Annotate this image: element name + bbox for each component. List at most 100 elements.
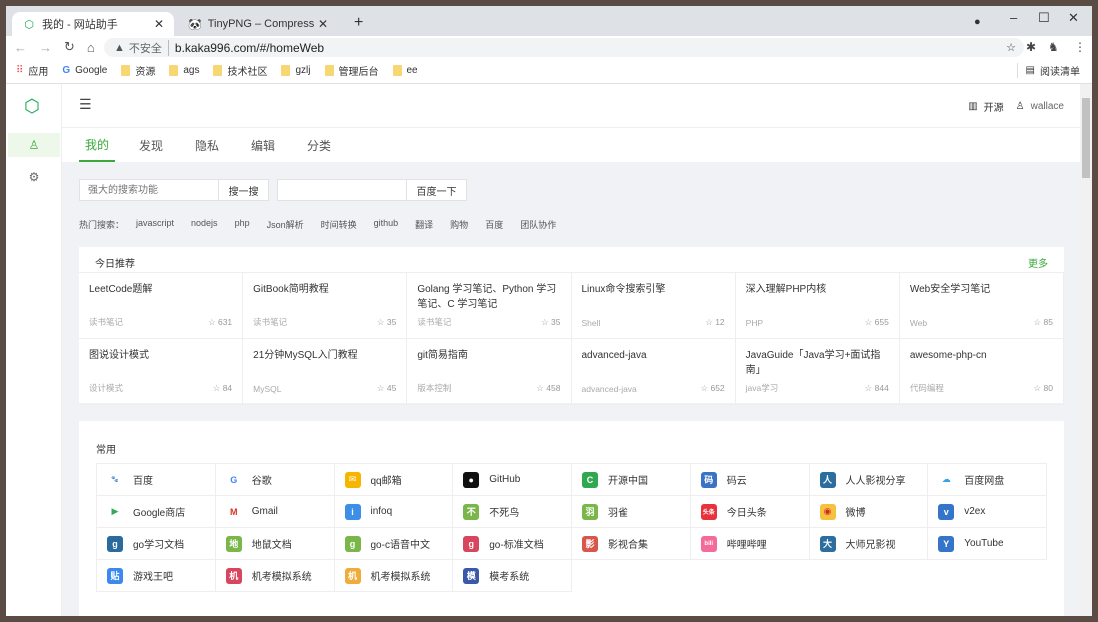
common-site-link[interactable]: g go-c语音中文 — [334, 528, 454, 560]
common-site-link[interactable]: C 开源中国 — [572, 464, 691, 496]
reading-list-button[interactable]: ▤ 阅读清单 — [1016, 63, 1080, 78]
common-site-link[interactable]: Y YouTube — [928, 528, 1047, 560]
close-window-button[interactable]: ✕ — [1068, 10, 1079, 26]
common-site-link[interactable]: 机机考模拟系统 — [334, 560, 454, 592]
common-site-link[interactable]: 羽羽雀 — [572, 496, 691, 528]
item-title: 深入理解PHP内核 — [745, 284, 827, 295]
tab-tinypng[interactable]: 🐼 TinyPNG – Compress PNG ima ✕ — [178, 12, 338, 36]
common-site-link[interactable]: 人人人影视分享 — [809, 464, 929, 496]
common-site-link[interactable]: 码码云 — [690, 464, 810, 496]
common-site-link[interactable]: v v2ex — [928, 496, 1047, 528]
common-site-link[interactable]: ● GitHub — [453, 464, 572, 496]
tab-edit[interactable]: 编辑 — [247, 128, 303, 162]
hot-search-link[interactable]: 翻译 — [415, 218, 433, 231]
recommend-item[interactable]: 深入理解PHP内核 PHP ☆ 655 — [735, 273, 900, 339]
common-site-link[interactable]: 模模考系统 — [453, 560, 572, 592]
common-site-link[interactable]: ◉ 微博 — [809, 496, 929, 528]
site-search-button[interactable]: 搜一搜 — [218, 180, 268, 200]
hot-search-link[interactable]: 团队协作 — [520, 218, 556, 231]
hot-search-link[interactable]: 百度 — [485, 218, 503, 231]
bookmark-folder[interactable]: ags — [169, 65, 199, 76]
common-site-link[interactable]: ☁ 百度网盘 — [928, 464, 1047, 496]
home-icon[interactable]: ⌂ — [87, 40, 95, 55]
minimize-button[interactable]: – — [1010, 10, 1017, 25]
tab-discover[interactable]: 发现 — [135, 128, 191, 162]
common-site-link[interactable]: 大大师兄影视 — [809, 528, 929, 560]
recommend-item[interactable]: git简易指南 版本控制 ☆ 458 — [407, 339, 572, 405]
common-site-link[interactable]: 🐾 百度 — [97, 464, 216, 496]
hot-search-link[interactable]: Json解析 — [267, 218, 304, 231]
hot-search-link[interactable]: php — [235, 218, 250, 231]
common-site-link[interactable]: G 谷歌 — [215, 464, 335, 496]
baidu-search-button[interactable]: 百度一下 — [406, 180, 466, 200]
recommend-item[interactable]: GitBook简明教程 读书笔记 ☆ 35 — [243, 273, 408, 339]
sidebar-item-user[interactable]: ♙ — [8, 133, 60, 157]
scrollbar[interactable] — [1080, 84, 1092, 616]
item-category: Shell — [581, 318, 601, 328]
recommend-item[interactable]: advanced-java advanced-java ☆ 652 — [571, 339, 736, 405]
common-site-link[interactable]: ✉ qq邮箱 — [334, 464, 454, 496]
bookmark-folder[interactable]: ee — [392, 65, 418, 76]
hot-search-link[interactable]: github — [374, 218, 399, 231]
bookmark-folder[interactable]: 资源 — [121, 63, 155, 78]
bookmark-google[interactable]: G Google — [62, 65, 107, 76]
logo-cube-icon[interactable]: ⬡ — [24, 96, 40, 117]
common-site-link[interactable]: bili 哔哩哔哩 — [690, 528, 810, 560]
hot-search-link[interactable]: javascript — [136, 218, 174, 231]
common-site-link[interactable]: i infoq — [334, 496, 454, 528]
common-site-link[interactable]: g go-标准文档 — [453, 528, 572, 560]
open-source-link[interactable]: 开源 — [984, 99, 1004, 114]
tab-homeweb[interactable]: ⬡ 我的 - 网站助手 ✕ — [12, 12, 174, 36]
folder-icon — [121, 65, 131, 76]
menu-icon[interactable]: ⋮ — [1074, 40, 1086, 54]
recommend-item[interactable]: Web安全学习笔记 Web ☆ 85 — [899, 273, 1064, 339]
recommend-item[interactable]: awesome-php-cn 代码编程 ☆ 80 — [899, 339, 1064, 405]
baidu-search-input[interactable] — [278, 180, 406, 200]
back-icon[interactable]: ← — [14, 40, 27, 55]
recommend-item[interactable]: Linux命令搜索引擎 Shell ☆ 12 — [571, 273, 736, 339]
site-search-input[interactable] — [80, 180, 218, 200]
recommend-item[interactable]: Golang 学习笔记、Python 学习笔记、C 学习笔记 读书笔记 ☆ 35 — [407, 273, 572, 339]
tab-privacy[interactable]: 隐私 — [191, 128, 247, 162]
scrollbar-thumb[interactable] — [1082, 98, 1090, 178]
common-site-link[interactable]: 头条 今日头条 — [690, 496, 810, 528]
common-site-link[interactable]: 贴游戏王吧 — [97, 560, 216, 592]
url-text[interactable]: b.kaka996.com/#/homeWeb — [175, 41, 324, 55]
bookmark-folder[interactable]: 技术社区 — [213, 63, 267, 78]
recommend-item[interactable]: LeetCode题解 读书笔记 ☆ 631 — [79, 273, 244, 339]
extensions-icon[interactable]: ✱ — [1026, 40, 1036, 54]
hot-search-link[interactable]: 时间转换 — [321, 218, 357, 231]
common-site-link[interactable]: g go学习文档 — [97, 528, 216, 560]
forward-icon[interactable]: → — [39, 40, 52, 55]
menu-toggle-icon[interactable]: ☰ — [79, 96, 92, 113]
new-tab-button[interactable]: + — [354, 14, 363, 32]
bookmark-folder[interactable]: gzlj — [281, 65, 311, 76]
common-site-link[interactable]: ▶ Google商店 — [97, 496, 216, 528]
hot-search-link[interactable]: 购物 — [450, 218, 468, 231]
hot-search-link[interactable]: nodejs — [191, 218, 218, 231]
common-site-link[interactable]: M Gmail — [215, 496, 335, 528]
recommend-item[interactable]: 21分钟MySQL入门教程 MySQL ☆ 45 — [243, 339, 408, 405]
address-bar[interactable]: ▲ 不安全 b.kaka996.com/#/homeWeb ☆ — [104, 38, 1024, 57]
username[interactable]: wallace — [1031, 101, 1064, 112]
bookmark-folder[interactable]: 管理后台 — [324, 63, 379, 78]
more-link[interactable]: 更多 — [1028, 255, 1048, 270]
recommend-item[interactable]: 图说设计模式 设计模式 ☆ 84 — [79, 339, 244, 405]
profile-icon[interactable]: ● — [974, 16, 981, 28]
tab-category[interactable]: 分类 — [303, 128, 359, 162]
maximize-button[interactable]: ☐ — [1038, 10, 1050, 26]
close-tab-icon[interactable]: ✕ — [318, 17, 328, 31]
bookmark-apps[interactable]: ⠿ 应用 — [16, 63, 48, 78]
reload-icon[interactable]: ↻ — [64, 39, 75, 55]
common-site-link[interactable]: 机机考模拟系统 — [215, 560, 335, 592]
sidebar-item-settings[interactable]: ⚙ — [8, 165, 60, 189]
extension-avatar-icon[interactable]: ♞ — [1048, 40, 1059, 54]
common-site-link[interactable]: 地地鼠文档 — [215, 528, 335, 560]
close-tab-icon[interactable]: ✕ — [154, 17, 164, 31]
recommend-item[interactable]: JavaGuide「Java学习+面试指南」 java学习 ☆ 844 — [735, 339, 900, 405]
common-site-link[interactable]: 不不死鸟 — [453, 496, 572, 528]
recommend-grid: LeetCode题解 读书笔记 ☆ 631 GitBook简明教程 读书笔记 ☆ 35 Go… — [79, 272, 1064, 405]
common-site-link[interactable]: 影影视合集 — [572, 528, 691, 560]
bookmark-star-icon[interactable]: ☆ — [1006, 41, 1016, 54]
tab-mine[interactable]: 我的 — [79, 128, 135, 162]
